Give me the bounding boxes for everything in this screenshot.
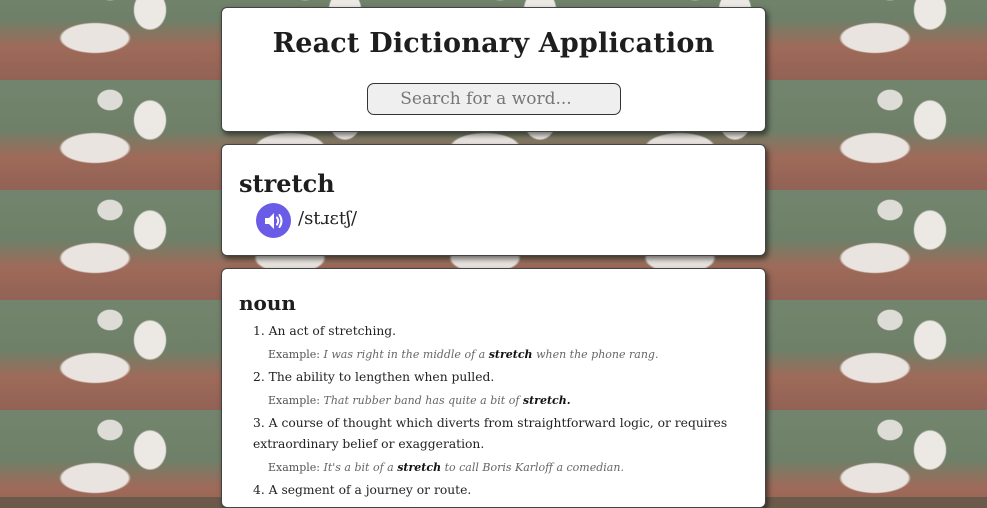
example-text-before: It's a bit of a: [323, 461, 394, 474]
speaker-icon: [264, 212, 282, 229]
word-title: stretch: [239, 169, 335, 198]
example-label: Example:: [268, 461, 320, 474]
definition-example: Example: It's a bit of a stretch to call…: [253, 457, 745, 478]
definition-text: The ability to lengthen when pulled.: [268, 370, 495, 384]
definition-text: A segment of a journey or route.: [268, 483, 472, 497]
example-highlight-word: stretch: [488, 348, 533, 361]
example-text-before: I was right in the middle of a: [323, 348, 486, 361]
definition-text: An act of stretching.: [268, 324, 397, 338]
part-of-speech-heading: noun: [239, 291, 296, 315]
definition-text: A course of thought which diverts from s…: [253, 416, 728, 451]
example-label: Example:: [268, 394, 320, 407]
definition-item: 1. An act of stretching. Example: I was …: [253, 321, 745, 365]
example-highlight-word: stretch.: [522, 394, 571, 407]
definitions-card: noun 1. An act of stretching. Example: I…: [221, 268, 766, 508]
definition-number: 1.: [253, 324, 265, 338]
example-highlight-word: stretch: [397, 461, 442, 474]
definition-number: 3.: [253, 416, 265, 430]
phonetic-text: /stɹɛtʃ/: [298, 208, 358, 229]
definition-number: 2.: [253, 370, 265, 384]
definition-example: Example: That rubber band has quite a bi…: [253, 390, 745, 411]
app-title: React Dictionary Application: [272, 28, 715, 59]
definition-number: 4.: [253, 483, 265, 497]
example-text-after: when the phone rang.: [536, 348, 659, 361]
play-audio-button[interactable]: [256, 203, 291, 238]
definition-item: 3. A course of thought which diverts fro…: [253, 413, 745, 478]
definition-example: Example: I was right in the middle of a …: [253, 344, 745, 365]
example-label: Example:: [268, 348, 320, 361]
example-text-after: to call Boris Karloff a comedian.: [444, 461, 624, 474]
definition-item: 4. A segment of a journey or route.: [253, 480, 745, 501]
definition-item: 2. The ability to lengthen when pulled. …: [253, 367, 745, 411]
search-input[interactable]: [367, 83, 621, 115]
word-card: stretch /stɹɛtʃ/: [221, 144, 766, 256]
definition-list: 1. An act of stretching. Example: I was …: [253, 321, 745, 503]
example-text-before: That rubber band has quite a bit of: [323, 394, 520, 407]
search-card: React Dictionary Application: [221, 7, 766, 132]
